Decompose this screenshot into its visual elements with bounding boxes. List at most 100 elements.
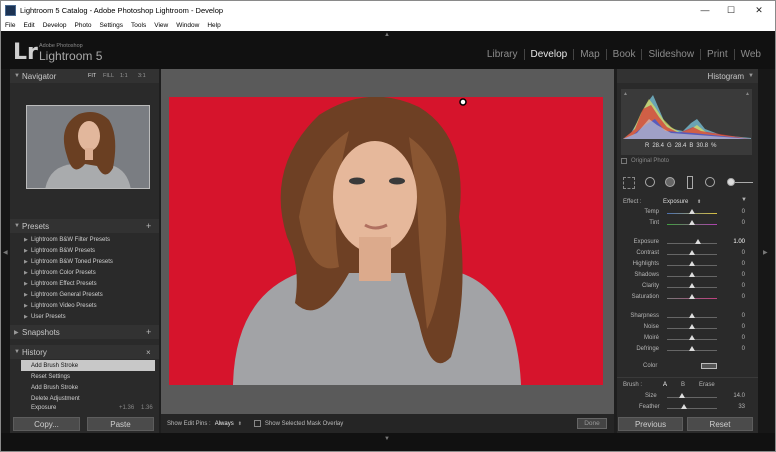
shadow-clipping-icon[interactable]: ▲ [623, 91, 628, 97]
brush-b-button[interactable]: B [681, 382, 685, 388]
minimize-icon[interactable]: — [693, 1, 717, 19]
size-slider[interactable] [667, 397, 717, 398]
slider-knob[interactable] [689, 272, 695, 277]
preset-folder[interactable]: ▶ Lightroom B&W Toned Presets [21, 256, 155, 267]
main-photo[interactable] [169, 97, 603, 385]
zoom-3-1[interactable]: 3:1 [138, 73, 146, 79]
preset-folder[interactable]: ▶ Lightroom Video Presets [21, 300, 155, 311]
highlight-clipping-icon[interactable]: ▲ [745, 91, 750, 97]
slider-value[interactable]: 0 [725, 346, 745, 352]
preset-folder[interactable]: ▶ Lightroom Color Presets [21, 267, 155, 278]
dropdown-icon[interactable]: ⬍ [697, 199, 701, 205]
menu-develop[interactable]: Develop [43, 22, 67, 29]
zoom-fit[interactable]: FIT [88, 73, 96, 79]
feather-slider[interactable] [667, 408, 717, 409]
slider-value[interactable]: 0 [725, 335, 745, 341]
menu-help[interactable]: Help [207, 22, 220, 29]
left-edge-strip[interactable]: ◀ [1, 69, 10, 433]
history-item[interactable]: Delete Adjustment [21, 393, 155, 404]
adjustment-brush-icon[interactable] [727, 178, 735, 186]
histogram[interactable]: ▲ ▲ R 28.4 G 28.4 B 30.8 % [621, 89, 752, 155]
module-slideshow[interactable]: Slideshow [641, 49, 700, 60]
spot-removal-icon[interactable] [645, 177, 655, 187]
slider-knob[interactable] [689, 313, 695, 318]
module-develop[interactable]: Develop [523, 49, 574, 60]
menu-file[interactable]: File [5, 22, 15, 29]
crop-tool-icon[interactable] [623, 177, 635, 189]
slider-knob[interactable] [689, 283, 695, 288]
collapse-icon[interactable]: ▼ [741, 197, 747, 203]
original-photo-checkbox[interactable] [621, 158, 627, 164]
top-panel-toggle-icon[interactable]: ▲ [384, 32, 390, 38]
close-icon[interactable]: ✕ [747, 1, 771, 19]
history-item[interactable]: Exposure +1.36 1.36 [21, 404, 155, 412]
size-value[interactable]: 14.0 [725, 393, 745, 399]
module-book[interactable]: Book [605, 49, 642, 60]
menu-tools[interactable]: Tools [131, 22, 146, 29]
right-panel-toggle-icon[interactable]: ▶ [763, 249, 768, 256]
edit-pins-select[interactable]: Always [215, 421, 234, 427]
adjustment-slider[interactable] [667, 243, 717, 244]
feather-slider-knob[interactable] [680, 404, 687, 409]
menu-photo[interactable]: Photo [75, 22, 92, 29]
zoom-1-1[interactable]: 1:1 [120, 73, 128, 79]
slider-knob[interactable] [689, 250, 695, 255]
slider-knob[interactable] [689, 294, 695, 299]
slider-knob[interactable] [689, 261, 695, 266]
menu-view[interactable]: View [154, 22, 168, 29]
history-item-selected[interactable]: Add Brush Stroke [21, 360, 155, 371]
paste-button[interactable]: Paste [87, 417, 154, 431]
radial-filter-icon[interactable] [705, 177, 715, 187]
erase-button[interactable]: Erase [699, 382, 715, 388]
menu-window[interactable]: Window [176, 22, 199, 29]
histogram-header[interactable]: Histogram ▼ [617, 69, 758, 83]
maximize-icon[interactable]: ☐ [719, 1, 743, 19]
graduated-filter-icon[interactable] [687, 176, 693, 189]
clear-history-icon[interactable]: × [146, 348, 151, 357]
preset-folder[interactable]: ▶ Lightroom General Presets [21, 289, 155, 300]
slider-value[interactable]: 0 [725, 294, 745, 300]
slider-knob[interactable] [689, 346, 695, 351]
mask-overlay-checkbox[interactable] [253, 420, 261, 427]
history-item[interactable]: Reset Settings [21, 371, 155, 382]
slider-value[interactable]: 0 [725, 272, 745, 278]
add-snapshot-icon[interactable]: + [146, 327, 151, 337]
brush-a-button[interactable]: A [663, 382, 667, 388]
preset-folder[interactable]: ▶ Lightroom B&W Presets [21, 245, 155, 256]
menu-settings[interactable]: Settings [100, 22, 124, 29]
previous-button[interactable]: Previous [618, 417, 683, 431]
effect-select[interactable]: Exposure [663, 199, 688, 205]
module-map[interactable]: Map [573, 49, 605, 60]
history-item[interactable]: Add Brush Stroke [21, 382, 155, 393]
color-swatch[interactable] [701, 363, 717, 369]
add-preset-icon[interactable]: + [146, 221, 151, 231]
slider-knob[interactable] [695, 239, 701, 244]
slider-value[interactable]: 0 [725, 283, 745, 289]
slider-knob[interactable] [689, 324, 695, 329]
red-eye-icon[interactable] [665, 177, 675, 187]
slider-value[interactable]: 0 [725, 250, 745, 256]
slider-knob[interactable] [689, 335, 695, 340]
done-button[interactable]: Done [577, 418, 607, 429]
module-print[interactable]: Print [700, 49, 734, 60]
left-panel-toggle-icon[interactable]: ◀ [3, 249, 8, 256]
reset-button[interactable]: Reset [687, 417, 753, 431]
slider-value[interactable]: 0 [725, 313, 745, 319]
snapshots-header[interactable]: ▶ Snapshots + [10, 325, 159, 339]
feather-value[interactable]: 33 [725, 404, 745, 410]
slider-value[interactable]: 0 [725, 209, 745, 215]
copy-button[interactable]: Copy... [13, 417, 80, 431]
slider-knob[interactable] [689, 220, 695, 225]
slider-value[interactable]: 0 [725, 220, 745, 226]
history-header[interactable]: ▼ History × [10, 345, 159, 359]
original-photo-toggle[interactable]: Original Photo [621, 158, 669, 164]
slider-value[interactable]: 0 [725, 324, 745, 330]
module-library[interactable]: Library [481, 49, 524, 60]
zoom-fill[interactable]: FILL [103, 73, 114, 79]
right-edge-strip[interactable]: ▶ [758, 69, 775, 433]
preset-folder[interactable]: ▶ Lightroom Effect Presets [21, 278, 155, 289]
dropdown-icon[interactable]: ⬍ [238, 421, 242, 427]
bottom-panel-toggle-icon[interactable]: ▼ [384, 436, 390, 442]
menu-edit[interactable]: Edit [23, 22, 34, 29]
preset-folder[interactable]: ▶ User Presets [21, 311, 155, 322]
